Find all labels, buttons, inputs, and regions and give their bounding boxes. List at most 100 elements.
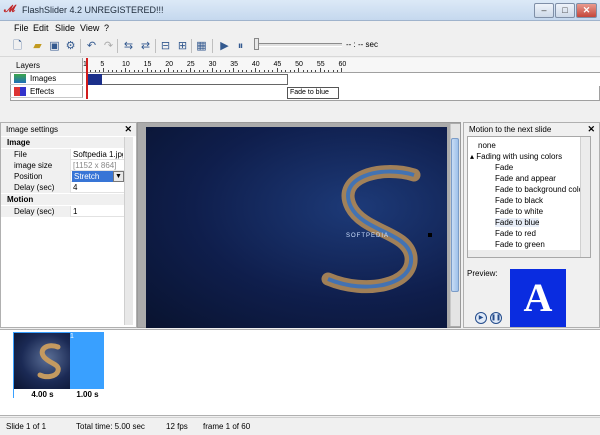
ruler-label: 25 xyxy=(186,61,195,68)
ruler-tick xyxy=(181,70,183,72)
status-total-time: Total time: 5.00 sec xyxy=(76,422,145,431)
motion-duration[interactable]: 1.00 s xyxy=(71,389,104,401)
remove-slide-icon[interactable]: ⇄ xyxy=(138,38,153,53)
tree-item[interactable]: Fade and appear xyxy=(495,174,556,183)
motion-delay-value[interactable]: 1 xyxy=(73,207,123,216)
settings-icon[interactable]: ⚙ xyxy=(63,38,78,53)
ruler-tick xyxy=(302,70,304,72)
tree-item-selected[interactable]: Fade to blue xyxy=(495,218,540,227)
properties-icon[interactable]: ▦ xyxy=(194,38,209,53)
ruler-tick xyxy=(137,70,139,72)
new-file-icon[interactable]: 🗋 xyxy=(10,38,25,53)
ruler-tick xyxy=(111,70,113,72)
effect-block[interactable]: Fade to blue xyxy=(287,87,339,99)
move-left-icon[interactable]: ⊟ xyxy=(158,38,173,53)
tree-item[interactable]: Fade to green xyxy=(495,240,545,249)
resize-handle[interactable] xyxy=(428,233,432,237)
tree-item[interactable]: none xyxy=(478,141,496,150)
ruler-tick xyxy=(263,70,265,72)
image-settings-close-icon[interactable]: ✕ xyxy=(124,124,132,135)
ruler-tick xyxy=(220,70,222,72)
tree-item[interactable]: Fade to black xyxy=(495,196,543,205)
preview-pause-icon[interactable]: ❚❚ xyxy=(490,312,502,324)
canvas-scrollbar-thumb[interactable] xyxy=(451,138,459,292)
tree-item[interactable]: Fade to red xyxy=(495,229,536,238)
ruler-label: 15 xyxy=(143,61,152,68)
layer-images[interactable]: Images xyxy=(10,73,83,85)
undo-icon[interactable]: ↶ xyxy=(84,38,99,53)
menu-view[interactable]: View xyxy=(80,23,99,33)
position-select[interactable]: Stretch xyxy=(72,171,113,182)
ruler-tick xyxy=(189,68,191,72)
ruler-label: 50 xyxy=(295,61,303,68)
thumbnail-image[interactable] xyxy=(14,333,70,389)
image-keyframe[interactable] xyxy=(88,74,102,85)
image-settings-title: Image settings xyxy=(6,125,59,134)
ruler-tick xyxy=(163,70,165,72)
thumbnail-number: 1 xyxy=(70,333,74,340)
ruler-tick xyxy=(133,70,135,72)
window-title: FlashSlider 4.2 UNREGISTERED!!! xyxy=(22,5,164,15)
menu-slide[interactable]: Slide xyxy=(55,23,75,33)
prop-row-position[interactable]: Position Stretch ▼ xyxy=(1,171,124,182)
tree-item[interactable]: Fade to background color xyxy=(495,185,586,194)
playback-slider[interactable] xyxy=(256,43,342,47)
prop-row-delay[interactable]: Delay (sec) 4 xyxy=(1,182,124,193)
ruler-tick xyxy=(211,68,213,72)
ruler-tick xyxy=(124,68,126,72)
ruler-tick xyxy=(172,70,174,72)
timeline-ruler[interactable]: 1 5 10 15 20 25 30 35 40 45 50 55 60 xyxy=(83,58,600,73)
motion-tree-hscrollbar[interactable] xyxy=(468,250,580,257)
image-duration[interactable]: 4.00 s xyxy=(14,389,71,401)
ruler-tick xyxy=(293,70,295,72)
ruler-tick xyxy=(194,70,196,72)
menu-help[interactable]: ? xyxy=(104,23,109,33)
ruler-label: 60 xyxy=(338,61,347,68)
minimize-button[interactable]: – xyxy=(534,3,554,18)
prop-row-motion-delay[interactable]: Delay (sec) 1 xyxy=(1,206,124,217)
layer-effects[interactable]: Effects xyxy=(10,86,83,98)
motion-tree-scrollbar[interactable] xyxy=(580,137,590,257)
redo-icon[interactable]: ↷ xyxy=(101,38,116,53)
play-icon[interactable]: ▶ xyxy=(217,38,232,53)
chevron-down-icon[interactable]: ▼ xyxy=(113,171,124,182)
prop-label: Delay (sec) xyxy=(1,182,71,193)
preview-play-icon[interactable]: ▶ xyxy=(475,312,487,324)
ruler-tick xyxy=(246,70,248,72)
prop-label: File xyxy=(1,149,71,160)
prop-row-file[interactable]: File Softpedia 1.jpg xyxy=(1,149,124,160)
ruler-label: 20 xyxy=(165,61,174,68)
tree-node[interactable]: ▴ Fading with using colors xyxy=(470,152,562,161)
ruler-label: 30 xyxy=(208,61,217,68)
app-logo-icon: 𝓜 xyxy=(4,4,16,15)
slide-preview[interactable] xyxy=(146,127,447,328)
motion-tree[interactable]: none ▴ Fading with using colors Fade Fad… xyxy=(467,136,591,258)
status-fps: 12 fps xyxy=(166,422,188,431)
maximize-button[interactable]: □ xyxy=(555,3,575,18)
pause-icon[interactable]: ⏸ xyxy=(233,38,248,53)
playhead[interactable] xyxy=(86,58,88,99)
motion-panel-close-icon[interactable]: ✕ xyxy=(587,124,595,135)
menu-file[interactable]: File xyxy=(14,23,29,33)
section-image: Image xyxy=(1,137,124,148)
image-duration-bar[interactable] xyxy=(102,74,288,85)
ruler-tick xyxy=(142,70,144,72)
ruler-tick xyxy=(155,70,157,72)
ruler-tick xyxy=(272,70,274,72)
tree-item[interactable]: Fade xyxy=(495,163,513,172)
menu-edit[interactable]: Edit xyxy=(33,23,49,33)
prop-label: Position xyxy=(1,171,71,182)
file-value[interactable]: Softpedia 1.jpg xyxy=(73,150,123,159)
tree-item[interactable]: Fade to white xyxy=(495,207,543,216)
close-button[interactable]: ✕ xyxy=(576,3,597,18)
delay-value[interactable]: 4 xyxy=(73,183,123,192)
menu-bar: File Edit Slide View ? xyxy=(0,21,600,35)
playback-slider-thumb[interactable] xyxy=(254,38,259,50)
toolbar-divider xyxy=(212,39,213,53)
settings-scrollbar[interactable] xyxy=(124,137,133,325)
move-right-icon[interactable]: ⊞ xyxy=(175,38,190,53)
add-slide-icon[interactable]: ⇆ xyxy=(121,38,136,53)
save-icon[interactable]: ▣ xyxy=(47,38,62,53)
ruler-tick xyxy=(103,68,105,72)
open-folder-icon[interactable]: ▰ xyxy=(30,38,45,53)
